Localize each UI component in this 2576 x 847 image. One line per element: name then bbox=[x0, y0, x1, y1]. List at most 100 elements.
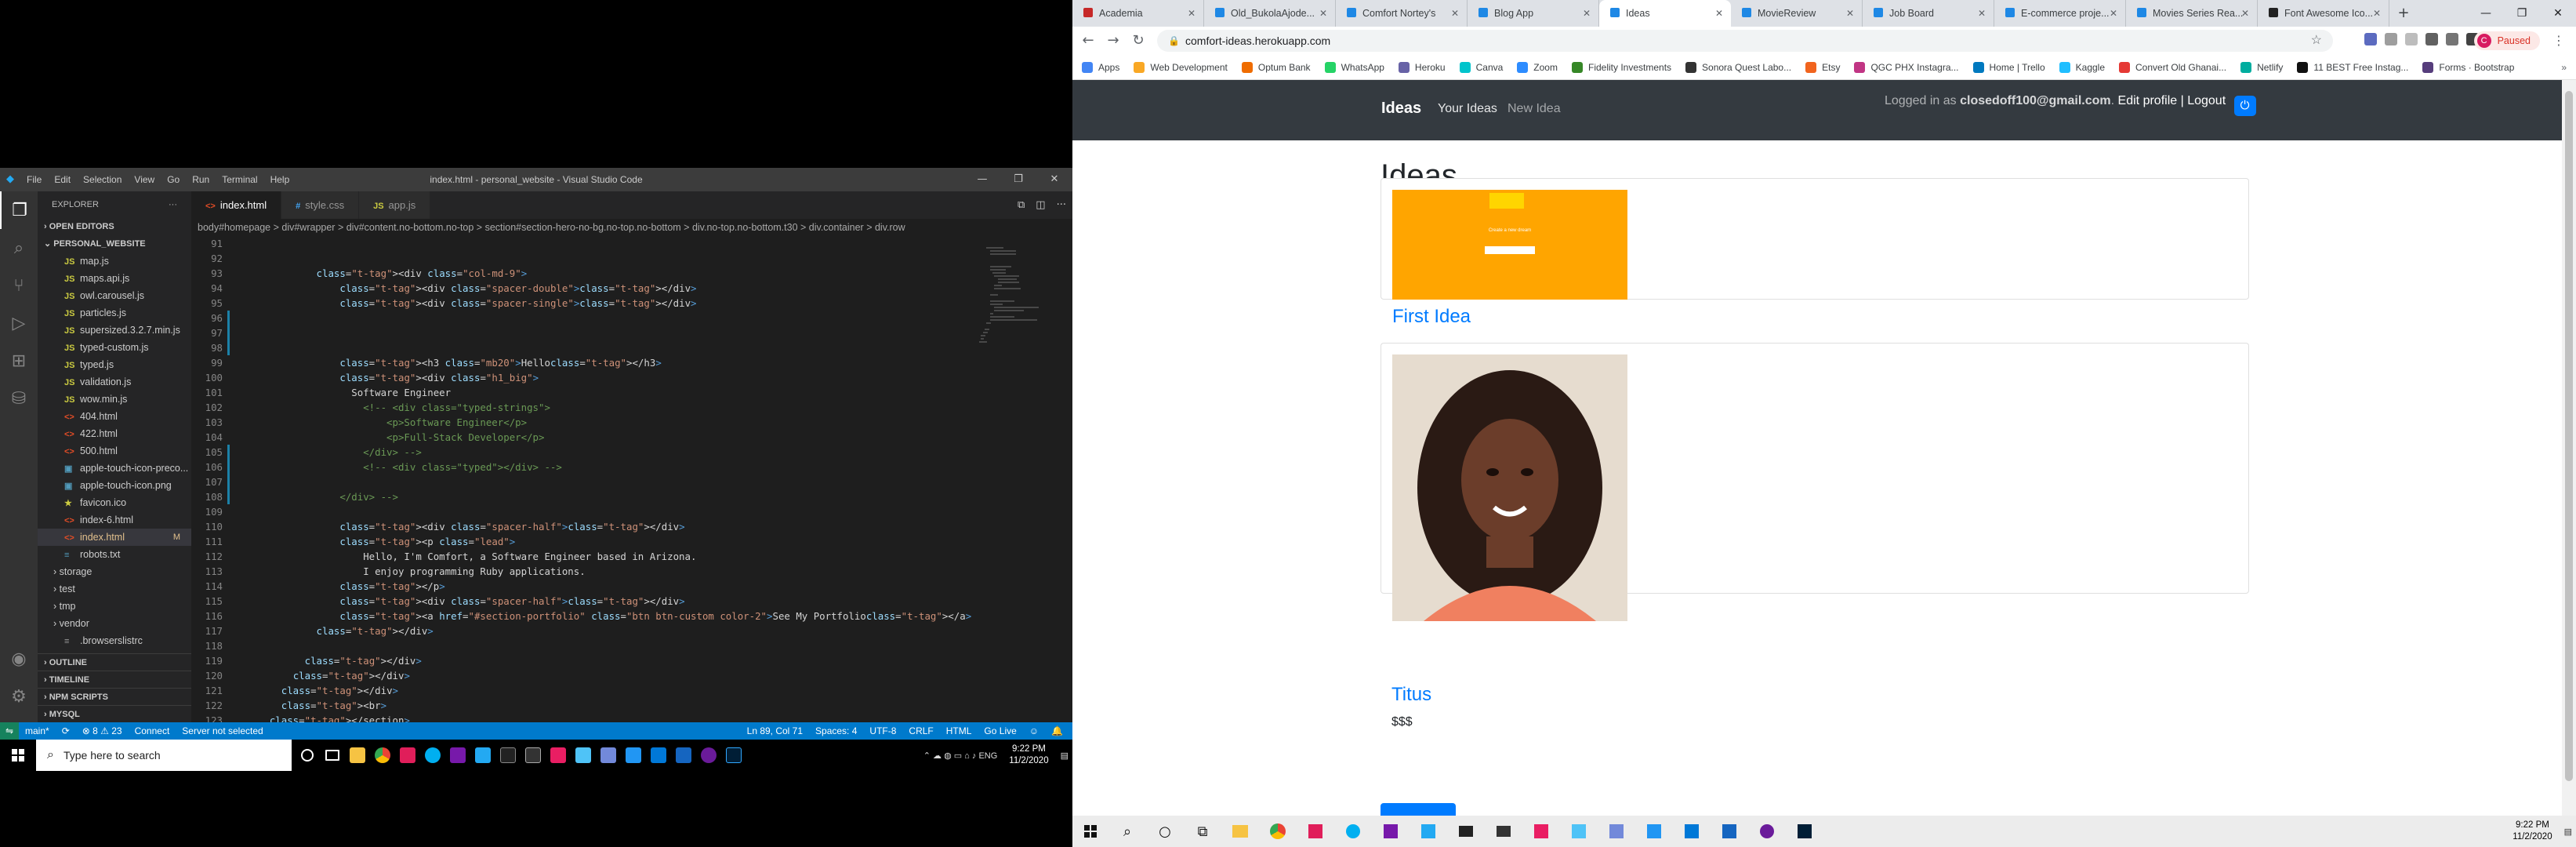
code-line[interactable]: 111 class="t-tag"><p class="lead"> bbox=[191, 534, 1072, 549]
file-item[interactable]: ★ favicon.ico bbox=[38, 494, 191, 511]
photoshop-icon[interactable] bbox=[1786, 816, 1823, 847]
bookmark-item[interactable]: Canva bbox=[1459, 61, 1503, 73]
bookmark-item[interactable]: 11 BEST Free Instag... bbox=[2297, 61, 2408, 73]
browser-tab[interactable]: Old_BukolaAjode... ✕ bbox=[1204, 0, 1336, 27]
nav-your-ideas[interactable]: Your Ideas bbox=[1438, 102, 1497, 116]
breadcrumb[interactable]: body#homepage > div#wrapper > div#conten… bbox=[191, 219, 1072, 236]
terminal-icon[interactable] bbox=[495, 740, 521, 771]
onenote-icon[interactable] bbox=[1372, 816, 1410, 847]
calendar-icon[interactable] bbox=[621, 740, 646, 771]
notes-icon[interactable] bbox=[1711, 816, 1748, 847]
more-actions-icon[interactable]: ··· bbox=[169, 191, 177, 218]
editor-tab[interactable]: <> index.html bbox=[191, 191, 282, 219]
bookmark-item[interactable]: QGC PHX Instagra... bbox=[1854, 61, 1959, 73]
bookmarks-overflow-icon[interactable]: » bbox=[2561, 55, 2567, 79]
code-line[interactable]: 103 <p>Software Engineer</p> bbox=[191, 415, 1072, 430]
idea-title-link[interactable]: Titus bbox=[1391, 684, 1431, 706]
page-action-button[interactable] bbox=[1381, 803, 1456, 816]
file-item[interactable]: JS wow.min.js bbox=[38, 391, 191, 408]
start-button[interactable] bbox=[1072, 816, 1108, 847]
new-tab-button[interactable]: + bbox=[2389, 0, 2418, 27]
cortana-icon[interactable]: ○ bbox=[1146, 816, 1184, 847]
discord-icon[interactable] bbox=[596, 740, 621, 771]
power-icon[interactable]: ⏻ bbox=[2233, 96, 2256, 116]
menu-selection[interactable]: Selection bbox=[83, 174, 122, 185]
bookmark-item[interactable]: Sonora Quest Labo... bbox=[1685, 61, 1791, 73]
bookmark-item[interactable]: Etsy bbox=[1805, 61, 1840, 73]
file-item[interactable]: JS map.js bbox=[38, 253, 191, 270]
open-preview-icon[interactable]: ⧉ bbox=[1018, 199, 1025, 211]
paint-icon[interactable] bbox=[546, 740, 571, 771]
code-line[interactable]: 94 class="t-tag"><div class="spacer-doub… bbox=[191, 281, 1072, 296]
code-line[interactable]: 110 class="t-tag"><div class="spacer-hal… bbox=[191, 519, 1072, 534]
code-line[interactable]: 102 <!-- <div class="typed-strings"> bbox=[191, 400, 1072, 415]
code-line[interactable]: 109 bbox=[191, 504, 1072, 519]
notifications-icon[interactable]: 🔔 bbox=[1045, 722, 1069, 740]
close-tab-icon[interactable]: ✕ bbox=[1451, 0, 1459, 27]
problems-count[interactable]: ⊗ 8 ⚠ 23 bbox=[76, 722, 129, 740]
code-line[interactable]: 113 I enjoy programming Ruby application… bbox=[191, 564, 1072, 579]
notification-center-icon[interactable]: ▤ bbox=[2560, 827, 2576, 837]
file-item[interactable]: JS validation.js bbox=[38, 373, 191, 391]
vscode-taskbar-icon[interactable] bbox=[1410, 816, 1447, 847]
code-line[interactable]: 116 class="t-tag"><a href="#section-port… bbox=[191, 609, 1072, 623]
lock-icon[interactable]: 🔒 bbox=[1168, 30, 1180, 52]
file-item[interactable]: JS owl.carousel.js bbox=[38, 287, 191, 304]
code-line[interactable]: 97 bbox=[191, 325, 1072, 340]
bookmark-item[interactable]: Home | Trello bbox=[1972, 61, 2045, 73]
bookmark-item[interactable]: Kaggle bbox=[2059, 61, 2105, 73]
code-line[interactable]: 91 bbox=[191, 236, 1072, 251]
code-line[interactable]: 123 class="t-tag"></section> bbox=[191, 713, 1072, 722]
browser-tab[interactable]: MovieReview ✕ bbox=[1731, 0, 1863, 27]
terminal-icon[interactable] bbox=[1447, 816, 1485, 847]
browser-tab[interactable]: Academia ✕ bbox=[1072, 0, 1204, 27]
code-line[interactable]: 93 class="t-tag"><div class="col-md-9"> bbox=[191, 266, 1072, 281]
start-button[interactable] bbox=[0, 740, 36, 771]
sidebar-section[interactable]: › MYSQL bbox=[38, 705, 191, 722]
extensions-puzzle-icon[interactable] bbox=[2425, 33, 2438, 45]
task-view-icon[interactable] bbox=[320, 740, 345, 771]
close-tab-icon[interactable]: ✕ bbox=[1319, 0, 1327, 27]
extension-icon[interactable] bbox=[2385, 33, 2397, 45]
source-control-icon[interactable]: ⑂ bbox=[0, 267, 38, 304]
notes-icon[interactable] bbox=[671, 740, 696, 771]
file-item[interactable]: <> index-6.html bbox=[38, 511, 191, 529]
back-icon[interactable]: ← bbox=[1079, 31, 1098, 50]
browser-tab[interactable]: E-commerce proje... ✕ bbox=[1994, 0, 2126, 27]
logout-link[interactable]: Logout bbox=[2187, 94, 2226, 107]
code-line[interactable]: 105 </div> --> bbox=[191, 445, 1072, 460]
photos-icon[interactable] bbox=[1673, 816, 1711, 847]
scroll-thumb[interactable] bbox=[2565, 91, 2573, 781]
folder-item[interactable]: › vendor bbox=[38, 615, 191, 632]
code-line[interactable]: 115 class="t-tag"><div class="spacer-hal… bbox=[191, 594, 1072, 609]
nav-new-idea[interactable]: New Idea bbox=[1508, 102, 1561, 116]
file-item[interactable]: ≡ robots.txt bbox=[38, 546, 191, 563]
go-live-button[interactable]: Go Live bbox=[978, 722, 1022, 740]
project-section[interactable]: ⌄ PERSONAL_WEBSITE bbox=[38, 235, 191, 253]
chrome-menu-icon[interactable]: ⋮ bbox=[2552, 31, 2565, 50]
clock[interactable]: 9:22 PM 11/2/2020 bbox=[2505, 820, 2560, 843]
taskbar-search[interactable]: ⌕ Type here to search bbox=[36, 740, 292, 771]
sidebar-section[interactable]: › NPM SCRIPTS bbox=[38, 688, 191, 705]
menu-view[interactable]: View bbox=[134, 174, 154, 185]
run-debug-icon[interactable]: ▷ bbox=[0, 304, 38, 342]
browser-tab[interactable]: Comfort Nortey's ✕ bbox=[1336, 0, 1468, 27]
search-icon[interactable]: ⌕ bbox=[0, 229, 38, 267]
code-line[interactable]: 121 class="t-tag"></div> bbox=[191, 683, 1072, 698]
code-line[interactable]: 119 class="t-tag"></div> bbox=[191, 653, 1072, 668]
indentation[interactable]: Spaces: 4 bbox=[809, 722, 863, 740]
close-tab-icon[interactable]: ✕ bbox=[1715, 0, 1723, 27]
file-explorer-icon[interactable] bbox=[345, 740, 370, 771]
photoshop-icon[interactable] bbox=[721, 740, 746, 771]
chrome-icon[interactable] bbox=[1259, 816, 1297, 847]
menu-file[interactable]: File bbox=[27, 174, 42, 185]
file-item[interactable]: JS typed-custom.js bbox=[38, 339, 191, 356]
code-line[interactable]: 96 bbox=[191, 311, 1072, 325]
bookmark-item[interactable]: Zoom bbox=[1517, 61, 1558, 73]
bookmark-item[interactable]: Heroku bbox=[1398, 61, 1446, 73]
file-explorer-icon[interactable] bbox=[1221, 816, 1259, 847]
edit-profile-link[interactable]: Edit profile bbox=[2118, 94, 2178, 107]
browser-tab[interactable]: Movies Series Rea... ✕ bbox=[2126, 0, 2258, 27]
remote-icon[interactable]: ⇋ bbox=[0, 722, 19, 740]
file-item[interactable]: <> 422.html bbox=[38, 425, 191, 442]
